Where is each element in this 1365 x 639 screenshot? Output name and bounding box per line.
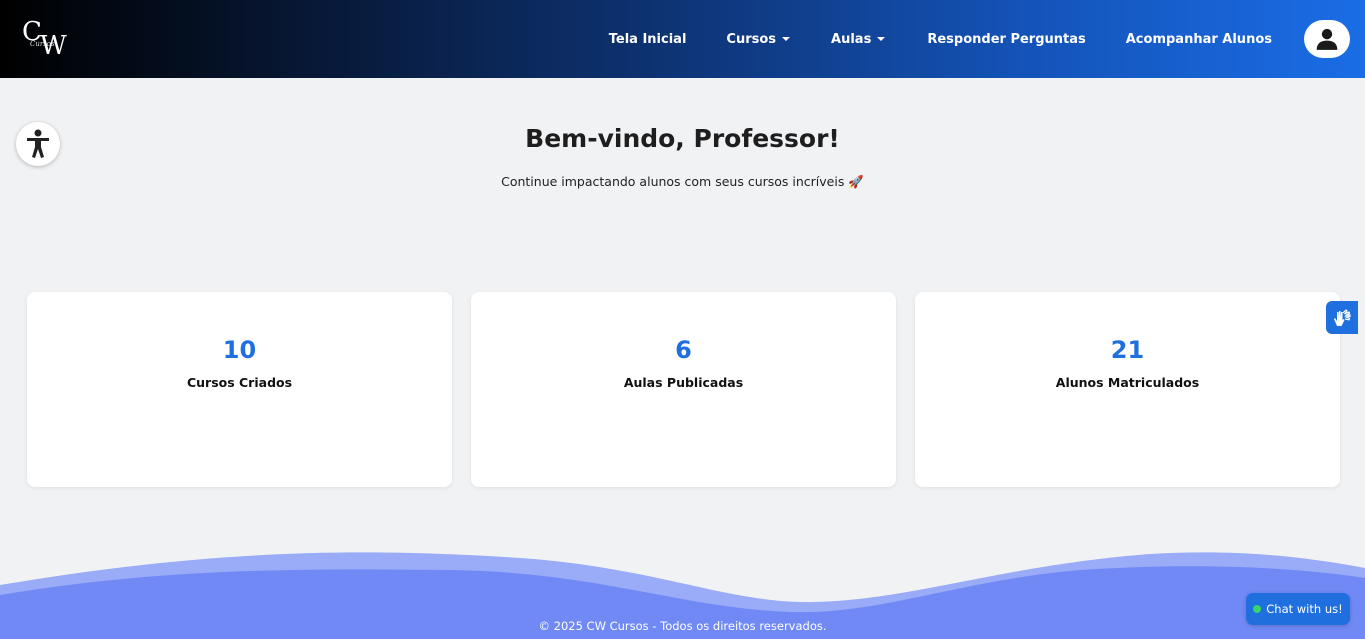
nav-item-label: Cursos	[726, 31, 777, 47]
svg-text:Cursos: Cursos	[30, 40, 55, 48]
stat-card-cursos-criados: 10 Cursos Criados	[27, 292, 452, 487]
nav-links: Tela Inicial Cursos Aulas Responder Perg…	[609, 0, 1365, 78]
navbar: C W Cursos Tela Inicial Cursos Aulas Res…	[0, 0, 1365, 78]
stat-value: 6	[675, 336, 692, 364]
page-subtitle: Continue impactando alunos com seus curs…	[501, 174, 864, 189]
sign-language-hands-icon	[1334, 308, 1351, 326]
nav-item-responder-perguntas[interactable]: Responder Perguntas	[927, 32, 1085, 47]
cw-logo-icon: C W Cursos	[22, 17, 67, 61]
stat-label: Cursos Criados	[186, 375, 293, 390]
user-avatar-button[interactable]	[1304, 20, 1350, 58]
caret-down-icon	[782, 37, 791, 41]
online-status-icon	[1253, 605, 1262, 613]
nav-item-label: Acompanhar Alunos	[1125, 31, 1272, 47]
nav-item-label: Responder Perguntas	[927, 31, 1086, 47]
stat-label: Alunos Matriculados	[1055, 375, 1200, 390]
stat-card-aulas-publicadas: 6 Aulas Publicadas	[471, 292, 896, 487]
caret-down-icon	[877, 37, 886, 41]
nav-item-tela-inicial[interactable]: Tela Inicial	[609, 32, 687, 47]
stat-value: 10	[222, 336, 257, 364]
footer-copyright: © 2025 CW Cursos - Todos os direitos res…	[538, 619, 827, 633]
stat-card-alunos-matriculados: 21 Alunos Matriculados	[915, 292, 1340, 487]
stat-value: 21	[1110, 336, 1145, 364]
nav-item-label: Aulas	[831, 31, 872, 47]
sign-language-button[interactable]	[1326, 301, 1358, 334]
logo[interactable]: C W Cursos	[20, 12, 80, 62]
page-title: Bem-vindo, Professor!	[525, 124, 840, 153]
nav-item-aulas[interactable]: Aulas	[831, 31, 886, 47]
nav-item-acompanhar-alunos[interactable]: Acompanhar Alunos	[1126, 32, 1272, 47]
chat-button[interactable]: Chat with us!	[1246, 593, 1350, 625]
user-icon	[1316, 28, 1338, 50]
nav-item-label: Tela Inicial	[608, 31, 687, 47]
chat-button-label: Chat with us!	[1266, 602, 1343, 616]
stat-label: Aulas Publicadas	[623, 375, 744, 390]
nav-item-cursos[interactable]: Cursos	[726, 31, 791, 47]
